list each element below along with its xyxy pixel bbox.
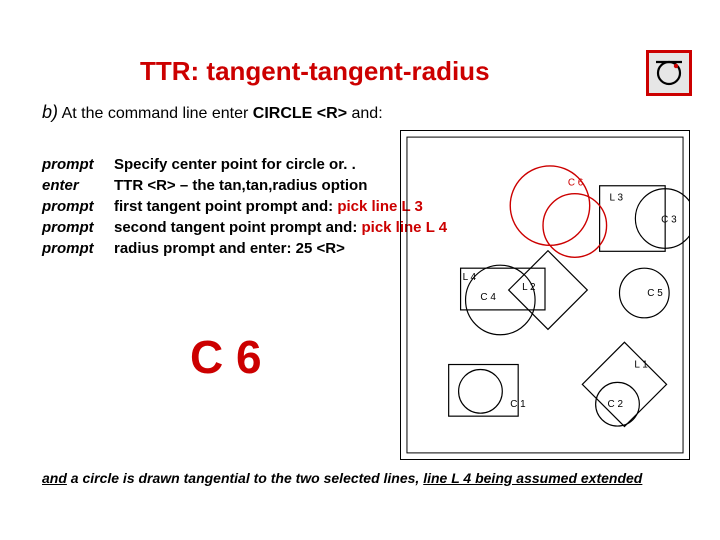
page-title: TTR: tangent-tangent-radius — [140, 56, 490, 87]
sub-text-at: At the command line enter — [62, 105, 253, 122]
step-letter: b) — [42, 102, 58, 122]
label-c6: C 6 — [568, 178, 584, 189]
footnote-and: and — [42, 470, 67, 486]
sub-command: CIRCLE <R> — [253, 105, 347, 122]
label-l3: L 3 — [610, 193, 624, 204]
footnote-line: line L 4 being assumed extended — [423, 470, 642, 486]
prompt-text: TTR <R> – the tan,tan,radius option — [114, 175, 367, 196]
prompt-label: enter — [42, 175, 114, 196]
result-label-c6: C 6 — [190, 330, 262, 384]
footnote: and a circle is drawn tangential to the … — [42, 470, 642, 486]
sub-text-and: and: — [352, 105, 383, 122]
footnote-mid: a circle is drawn tangential to the two … — [67, 470, 423, 486]
ttr-icon — [646, 50, 692, 96]
prompt-label: prompt — [42, 154, 114, 175]
prompt-text-part: first tangent point prompt and: — [114, 198, 337, 215]
prompt-text: second tangent point prompt and: pick li… — [114, 217, 447, 238]
label-l2: L 2 — [522, 282, 536, 293]
sub-heading: b) At the command line enter CIRCLE <R> … — [42, 102, 383, 123]
prompt-text: Specify center point for circle or. . — [114, 154, 356, 175]
prompts-block: prompt Specify center point for circle o… — [42, 154, 447, 259]
label-c2: C 2 — [608, 399, 624, 410]
prompt-text-part: second tangent point prompt and: — [114, 219, 362, 236]
prompt-label: prompt — [42, 238, 114, 259]
prompt-label: prompt — [42, 196, 114, 217]
prompt-label: prompt — [42, 217, 114, 238]
label-l1: L 1 — [634, 359, 648, 370]
prompt-text: first tangent point prompt and: pick lin… — [114, 196, 423, 217]
circle-tangent-icon — [654, 58, 684, 88]
prompt-text: radius prompt and enter: 25 <R> — [114, 238, 345, 259]
geometry-diagram: L 3 C 3 L 4 C 4 L 2 C 5 C 6 C 1 L 1 C 2 — [400, 130, 690, 460]
label-c5: C 5 — [647, 288, 663, 299]
label-c3: C 3 — [661, 215, 677, 226]
label-c4: C 4 — [480, 292, 496, 303]
label-c1: C 1 — [510, 399, 526, 410]
